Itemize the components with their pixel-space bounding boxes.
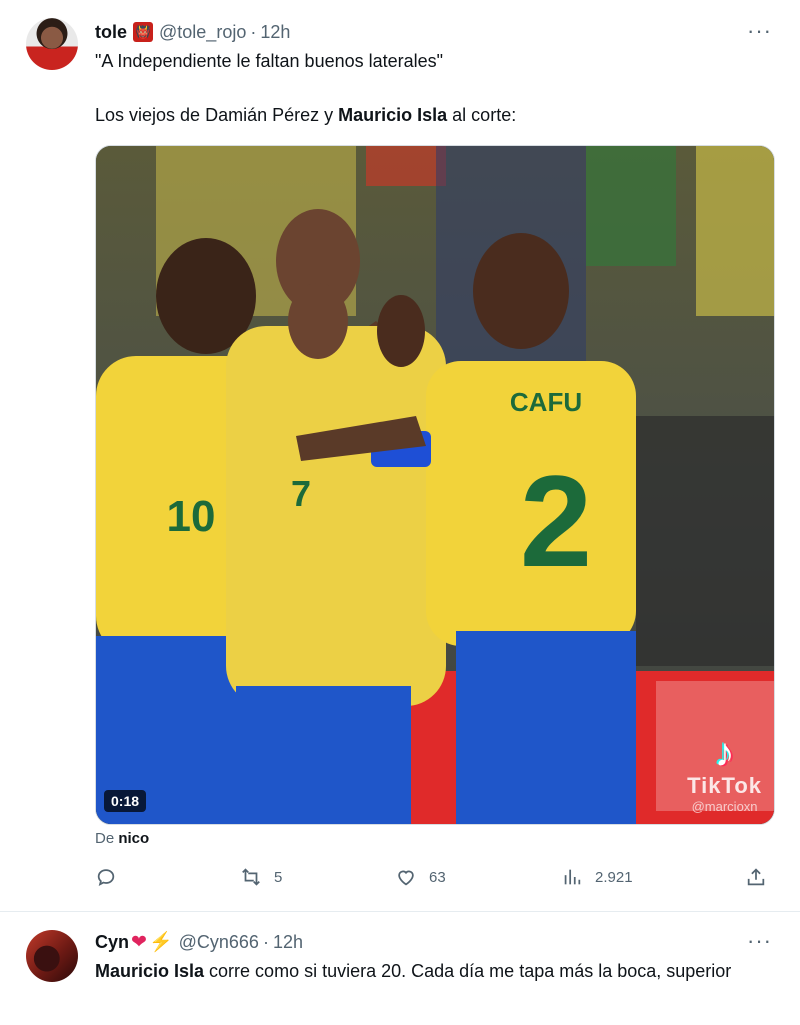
separator-dot: · — [262, 931, 269, 952]
video-attribution: De nico — [95, 830, 149, 847]
more-icon[interactable]: ··· — [747, 930, 772, 952]
tiktok-icon: ♪ — [714, 731, 735, 775]
like-button[interactable]: 63 — [395, 866, 446, 888]
author-badge-icon: 👹 — [133, 22, 154, 42]
retweet-button[interactable]: 5 — [240, 866, 282, 888]
reply-author-handle[interactable]: @Cyn666 — [179, 932, 259, 953]
jersey-name: CAFU — [510, 387, 582, 417]
heart-icon: ❤ — [131, 931, 147, 953]
jersey-number-mid: 7 — [291, 473, 311, 514]
share-icon — [747, 868, 765, 886]
tweet-text-line-2: Los viejos de Damián Pérez y Mauricio Is… — [95, 102, 516, 128]
tweet: tole 👹 @tole_rojo · 12h ··· "A Independi… — [0, 0, 800, 912]
reply-text: Mauricio Isla corre como si tuviera 20. … — [95, 958, 775, 984]
action-bar: 5 63 2.921 — [95, 866, 775, 896]
retweet-count: 5 — [274, 868, 283, 886]
reply-time[interactable]: 12h — [273, 932, 303, 953]
retweet-icon — [242, 868, 260, 886]
video-duration: 0:18 — [104, 790, 147, 812]
video-frame: CAFU 2 10 7 — [96, 146, 774, 824]
reply-button[interactable] — [95, 866, 129, 888]
more-icon[interactable]: ··· — [747, 20, 772, 42]
jersey-number-left: 10 — [167, 492, 216, 541]
tweet-header: tole 👹 @tole_rojo · 12h — [95, 20, 290, 44]
reply-author-name[interactable]: Cyn — [95, 932, 129, 953]
separator-dot: · — [250, 21, 257, 42]
bolt-icon: ⚡ — [148, 932, 173, 953]
mentioned-name: Mauricio Isla — [338, 105, 448, 125]
attribution-name[interactable]: nico — [118, 830, 149, 847]
reply-text-rest: corre como si tuviera 20. Cada día me ta… — [204, 961, 732, 981]
video-player[interactable]: CAFU 2 10 7 0:18 ♪ TikTok @marcioxn — [95, 145, 775, 825]
author-handle[interactable]: @tole_rojo — [159, 22, 246, 43]
views-icon — [564, 869, 581, 885]
like-count: 63 — [429, 868, 446, 886]
tweet-text-prefix: Los viejos de Damián Pérez y — [95, 105, 339, 125]
views-button[interactable]: 2.921 — [561, 866, 633, 888]
views-count: 2.921 — [595, 868, 633, 886]
author-name[interactable]: tole — [95, 22, 127, 43]
attribution-prefix: De — [95, 830, 119, 847]
tiktok-watermark: ♪ TikTok @marcioxn — [687, 733, 762, 814]
like-icon — [398, 870, 414, 886]
tiktok-label: TikTok — [687, 773, 762, 798]
reply-header: Cyn ❤ ⚡ @Cyn666 · 12h — [95, 930, 303, 954]
reply-mentioned-name: Mauricio Isla — [95, 961, 205, 981]
tweet-time[interactable]: 12h — [260, 22, 290, 43]
reply-author-avatar[interactable] — [26, 930, 78, 982]
jersey-number: 2 — [520, 448, 592, 594]
tweet-text-line-1: "A Independiente le faltan buenos latera… — [95, 51, 444, 71]
author-avatar[interactable] — [26, 18, 78, 70]
reply-icon — [97, 869, 115, 887]
tiktok-user: @marcioxn — [691, 799, 758, 814]
tweet-text-suffix: al corte: — [447, 105, 517, 125]
share-button[interactable] — [745, 866, 779, 888]
